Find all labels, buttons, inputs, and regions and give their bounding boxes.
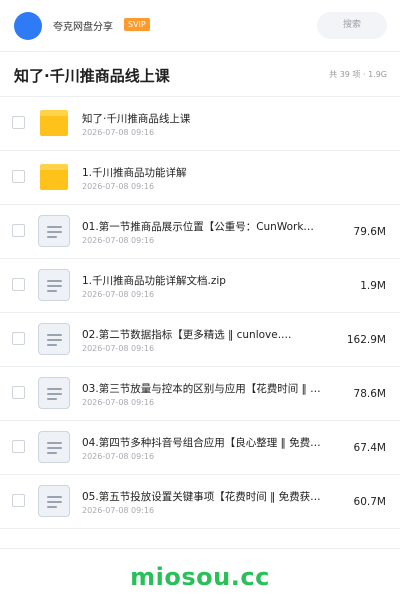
file-size: 79.6M bbox=[353, 226, 386, 238]
file-date: 2026-07-08 09:16 bbox=[82, 182, 155, 191]
row-checkbox[interactable] bbox=[12, 494, 25, 507]
watermark: miosou.cc bbox=[0, 548, 400, 600]
total-size: 1.9G bbox=[368, 70, 387, 79]
list-item[interactable]: 1.千川推商品功能详解文档.zip 2026-07-08 09:16 1.9M bbox=[0, 259, 400, 313]
row-checkbox[interactable] bbox=[12, 224, 25, 237]
row-checkbox[interactable] bbox=[12, 440, 25, 453]
file-size: 1.9M bbox=[360, 280, 386, 292]
svip-badge: SVIP bbox=[124, 18, 150, 31]
file-name: 1.千川推商品功能详解 bbox=[82, 167, 187, 179]
list-item[interactable]: 01.第一节推商品展示位置【公重号：CunWork… 2026-07-08 09… bbox=[0, 205, 400, 259]
document-icon bbox=[38, 215, 70, 247]
folder-icon bbox=[38, 161, 70, 193]
document-icon bbox=[38, 485, 70, 517]
list-item[interactable]: 02.第二节数据指标【更多精选 ‖ cunlove.… 2026-07-08 0… bbox=[0, 313, 400, 367]
file-date: 2026-07-08 09:16 bbox=[82, 452, 155, 461]
file-name: 04.第四节多种抖音号组合应用【良心整理 ‖ 免费获取… bbox=[82, 437, 322, 449]
list-item[interactable]: 04.第四节多种抖音号组合应用【良心整理 ‖ 免费获取… 2026-07-08 … bbox=[0, 421, 400, 475]
file-size: 162.9M bbox=[346, 334, 386, 346]
document-icon bbox=[38, 431, 70, 463]
file-name: 1.千川推商品功能详解文档.zip bbox=[82, 275, 226, 287]
file-date: 2026-07-08 09:16 bbox=[82, 290, 155, 299]
list-item[interactable]: 05.第五节投放设置关键事项【花费时间 ‖ 免费获取：… 2026-07-08 … bbox=[0, 475, 400, 529]
file-name: 01.第一节推商品展示位置【公重号：CunWork… bbox=[82, 221, 314, 233]
list-item[interactable]: 知了·千川推商品线上课 2026-07-08 09:16 bbox=[0, 97, 400, 151]
file-date: 2026-07-08 09:16 bbox=[82, 128, 155, 137]
watermark-text: miosou.cc bbox=[130, 563, 270, 591]
row-checkbox[interactable] bbox=[12, 278, 25, 291]
summary-separator: · bbox=[362, 70, 366, 79]
file-size: 67.4M bbox=[353, 442, 386, 454]
folder-icon bbox=[38, 107, 70, 139]
page-title: 知了·千川推商品线上课 bbox=[14, 67, 170, 85]
file-size: 78.6M bbox=[353, 388, 386, 400]
file-name: 02.第二节数据指标【更多精选 ‖ cunlove.… bbox=[82, 329, 292, 341]
row-checkbox[interactable] bbox=[12, 332, 25, 345]
title-row: 知了·千川推商品线上课 共 39 项 · 1.9G bbox=[0, 52, 400, 97]
app-name: 夸克网盘分享 bbox=[53, 22, 113, 33]
file-size: 60.7M bbox=[353, 496, 386, 508]
file-list: 知了·千川推商品线上课 2026-07-08 09:16 1.千川推商品功能详解… bbox=[0, 97, 400, 529]
file-date: 2026-07-08 09:16 bbox=[82, 344, 155, 353]
list-item[interactable]: 1.千川推商品功能详解 2026-07-08 09:16 bbox=[0, 151, 400, 205]
top-bar: 夸克网盘分享 SVIP 搜索 bbox=[0, 0, 400, 52]
list-item[interactable]: 03.第三节放量与控本的区别与应用【花费时间 ‖ 免费… 2026-07-08 … bbox=[0, 367, 400, 421]
search-button[interactable]: 搜索 bbox=[317, 12, 387, 39]
file-name: 03.第三节放量与控本的区别与应用【花费时间 ‖ 免费… bbox=[82, 383, 322, 395]
share-summary: 共 39 项 · 1.9G bbox=[329, 69, 387, 80]
item-count: 共 39 项 bbox=[329, 70, 361, 79]
document-icon bbox=[38, 269, 70, 301]
avatar[interactable] bbox=[14, 12, 42, 40]
file-date: 2026-07-08 09:16 bbox=[82, 236, 155, 245]
file-date: 2026-07-08 09:16 bbox=[82, 506, 155, 515]
file-name: 05.第五节投放设置关键事项【花费时间 ‖ 免费获取：… bbox=[82, 491, 322, 503]
file-name: 知了·千川推商品线上课 bbox=[82, 113, 191, 125]
document-icon bbox=[38, 323, 70, 355]
row-checkbox[interactable] bbox=[12, 116, 25, 129]
row-checkbox[interactable] bbox=[12, 170, 25, 183]
document-icon bbox=[38, 377, 70, 409]
file-date: 2026-07-08 09:16 bbox=[82, 398, 155, 407]
row-checkbox[interactable] bbox=[12, 386, 25, 399]
